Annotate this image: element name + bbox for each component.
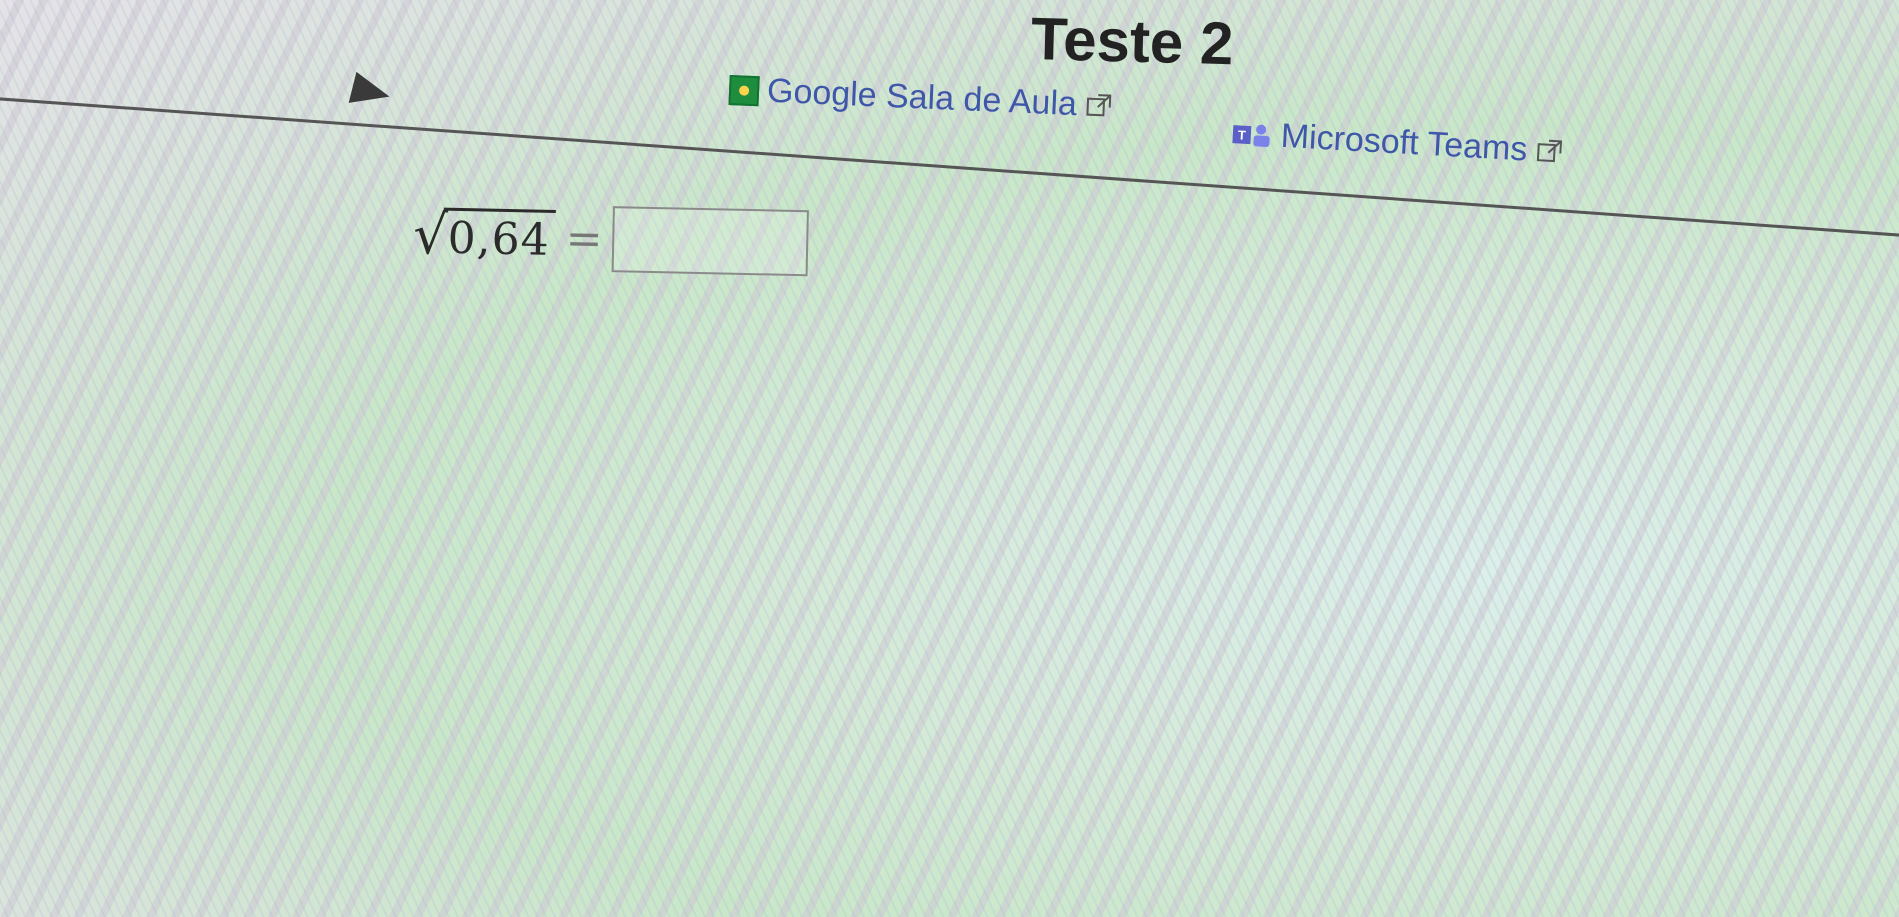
question-equation: √ 0,64 = [413,202,810,277]
radicand: 0,64 [443,207,557,266]
screen-moire [0,0,1899,917]
external-link-icon [1535,137,1565,167]
svg-text:T: T [1237,127,1246,142]
microsoft-teams-label: Microsoft Teams [1279,116,1529,169]
answer-input[interactable] [611,206,810,277]
equals-sign: = [565,212,604,265]
microsoft-teams-icon: T [1230,120,1273,148]
google-classroom-link[interactable]: Google Sala de Aula [728,70,1113,126]
microsoft-teams-link[interactable]: T Microsoft Teams [1230,114,1565,172]
google-classroom-label: Google Sala de Aula [766,71,1078,124]
external-link-icon [1084,91,1113,120]
collapse-arrow-icon[interactable] [348,71,394,113]
page-title: Teste 2 [1030,4,1235,78]
google-classroom-icon [728,74,760,106]
